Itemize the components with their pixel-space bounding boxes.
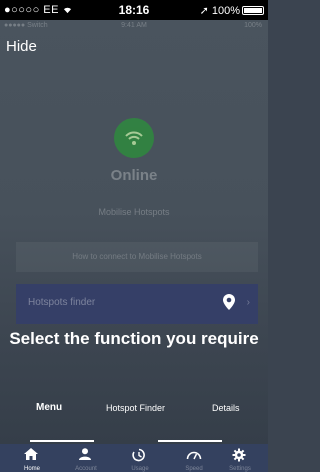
status-bar: ●○○○○ EE 18:16 ➚ 100% xyxy=(0,0,268,20)
how-to-connect-button[interactable]: How to connect to Mobilise Hotspots xyxy=(16,242,258,272)
tab-details[interactable]: Details xyxy=(212,403,240,413)
tab-menu[interactable]: Menu xyxy=(36,402,62,413)
speed-icon xyxy=(186,451,202,460)
tab-indicator-finder xyxy=(158,440,222,442)
wifi-icon xyxy=(125,131,143,145)
battery-status: ➚ 100% xyxy=(200,4,264,17)
online-status-circle xyxy=(114,118,154,158)
map-pin-icon xyxy=(223,294,235,310)
account-icon xyxy=(79,448,91,460)
bottom-nav: Home Account Usage Speed Settings xyxy=(0,444,268,472)
settings-icon xyxy=(232,448,246,462)
hide-button[interactable]: Hide xyxy=(6,38,37,55)
connection-status-title: Online xyxy=(110,167,158,184)
nav-home[interactable]: Home xyxy=(6,444,58,472)
chevron-right-icon: › xyxy=(246,297,250,308)
inner-status-bar: ●●●●● Switch 9:41 AM 100% xyxy=(4,22,262,29)
hotspots-finder-label: Hotspots finder xyxy=(28,297,96,308)
nav-account[interactable]: Account xyxy=(60,444,112,472)
tab-indicator-menu xyxy=(30,440,94,442)
nav-speed[interactable]: Speed xyxy=(168,444,220,472)
tab-hotspot-finder[interactable]: Hotspot Finder xyxy=(106,403,165,413)
tab-bar: Menu Hotspot Finder Details xyxy=(0,400,268,420)
home-icon xyxy=(24,448,38,460)
overlay-message: Select the function you require xyxy=(9,329,259,348)
network-name: Mobilise Hotspots xyxy=(98,207,170,217)
nav-usage[interactable]: Usage xyxy=(114,444,166,472)
usage-icon xyxy=(132,448,145,462)
location-arrow-icon: ➚ xyxy=(199,5,209,17)
nav-settings[interactable]: Settings xyxy=(214,444,266,472)
hotspots-finder-button[interactable]: Hotspots finder › xyxy=(16,284,258,324)
battery-icon xyxy=(242,6,264,15)
